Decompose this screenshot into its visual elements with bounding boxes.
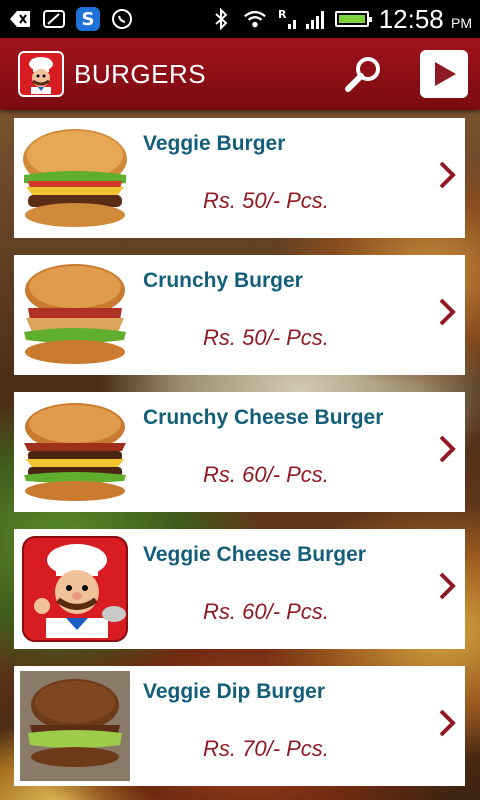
search-button[interactable]: [342, 52, 386, 96]
item-name: Veggie Burger: [143, 132, 286, 155]
s-app-icon: S: [76, 7, 100, 31]
page-title: BURGERS: [74, 58, 207, 89]
list-item[interactable]: Crunchy Burger Rs. 50/- Pcs.: [14, 255, 465, 375]
back-arrow-icon: [8, 7, 32, 31]
list-item[interactable]: Veggie Dip Burger Rs. 70/- Pcs.: [14, 666, 465, 786]
chef-placeholder-image: [19, 533, 131, 645]
item-name: Crunchy Burger: [143, 269, 303, 292]
burger-list: Veggie Burger Rs. 50/- Pcs. Crunchy Burg…: [14, 118, 465, 800]
app-header: BURGERS: [0, 38, 480, 110]
status-bar: S R 12:58 PM: [0, 0, 480, 38]
burger-image: [19, 122, 131, 234]
item-price: Rs. 70/- Pcs.: [203, 736, 329, 761]
bluetooth-icon: [209, 7, 233, 31]
item-price: Rs. 60/- Pcs.: [203, 462, 329, 487]
status-clock: 12:58 PM: [379, 4, 472, 35]
battery-icon: [334, 11, 372, 27]
notification-app-icon: [42, 7, 66, 31]
item-name: Crunchy Cheese Burger: [143, 406, 384, 429]
clock-ampm: PM: [451, 14, 472, 31]
burger-image: [19, 670, 131, 782]
list-item[interactable]: Crunchy Cheese Burger Rs. 60/- Pcs.: [14, 392, 465, 512]
chevron-right-icon: [437, 295, 457, 329]
item-name: Veggie Dip Burger: [143, 680, 326, 703]
play-icon: [435, 62, 456, 86]
burger-image: [19, 396, 131, 508]
clock-time: 12:58: [378, 3, 444, 34]
search-icon: [345, 57, 380, 92]
signal-roaming-label: R: [278, 8, 287, 21]
chevron-right-icon: [437, 432, 457, 466]
next-button[interactable]: [420, 50, 468, 98]
chevron-right-icon: [437, 158, 457, 192]
chevron-right-icon: [437, 569, 457, 603]
burger-image: [19, 259, 131, 371]
item-price: Rs. 50/- Pcs.: [203, 325, 329, 350]
item-name: Veggie Cheese Burger: [143, 543, 366, 566]
whatsapp-icon: [110, 7, 134, 31]
signal-icon: R: [277, 7, 325, 31]
item-price: Rs. 50/- Pcs.: [203, 188, 329, 213]
list-item[interactable]: Veggie Cheese Burger Rs. 60/- Pcs.: [14, 529, 465, 649]
list-item[interactable]: Veggie Burger Rs. 50/- Pcs.: [14, 118, 465, 238]
item-price: Rs. 60/- Pcs.: [203, 599, 329, 624]
chef-icon[interactable]: [18, 51, 64, 97]
wifi-icon: [243, 7, 267, 31]
chevron-right-icon: [437, 706, 457, 740]
